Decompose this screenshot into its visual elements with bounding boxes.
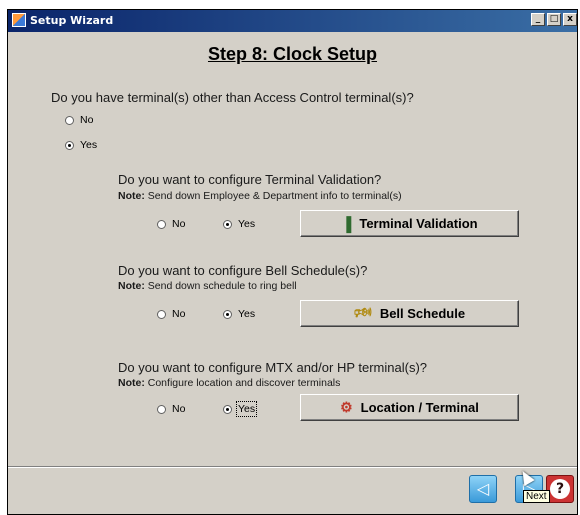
radio-label: No <box>172 403 186 415</box>
step-title: Step 8: Clock Setup <box>207 44 378 64</box>
terminal-validation-button[interactable]: ▐ Terminal Validation <box>300 210 519 237</box>
back-button[interactable]: ◁ <box>469 475 497 503</box>
bell-schedule-note: Note: Send down schedule to ring bell <box>118 280 297 292</box>
radio-label: Yes <box>235 401 258 417</box>
footer-separator <box>8 466 577 468</box>
radio-indicator <box>65 115 74 125</box>
terminal-validation-no-radio[interactable]: No <box>157 218 185 230</box>
bell-schedule-question: Do you want to configure Bell Schedule(s… <box>118 263 368 278</box>
location-terminal-button[interactable]: ⚙ Location / Terminal <box>300 394 519 421</box>
main-yes-radio[interactable]: Yes <box>65 139 97 151</box>
mtx-hp-no-radio[interactable]: No <box>157 403 185 415</box>
button-label: Location / Terminal <box>360 400 479 415</box>
window-title: Setup Wizard <box>30 14 114 27</box>
location-icon: ⚙ <box>340 399 353 415</box>
main-question: Do you have terminal(s) other than Acces… <box>51 90 414 105</box>
bell-icon: 🕬 <box>353 303 372 320</box>
radio-indicator <box>223 219 232 229</box>
radio-indicator <box>157 309 166 319</box>
setup-wizard-window: Setup Wizard _ □ x Step 8: Clock Setup D… <box>7 9 578 515</box>
radio-indicator <box>65 140 74 150</box>
help-button[interactable]: ? <box>546 475 574 503</box>
radio-indicator <box>223 309 232 319</box>
button-label: Terminal Validation <box>359 216 478 231</box>
mtx-hp-yes-radio[interactable]: Yes <box>223 401 258 417</box>
radio-indicator <box>157 404 166 414</box>
radio-label: Yes <box>238 308 256 320</box>
bell-schedule-yes-radio[interactable]: Yes <box>223 308 255 320</box>
button-label: Bell Schedule <box>379 306 466 321</box>
main-no-radio[interactable]: No <box>65 114 93 126</box>
title-bar: Setup Wizard _ □ x <box>8 10 577 32</box>
radio-label: Yes <box>80 139 98 151</box>
terminal-validation-question: Do you want to configure Terminal Valida… <box>118 172 382 187</box>
radio-label: No <box>172 308 186 320</box>
radio-label: Yes <box>238 218 256 230</box>
terminal-validation-note: Note: Send down Employee & Department in… <box>118 190 402 202</box>
bell-schedule-no-radio[interactable]: No <box>157 308 185 320</box>
radio-indicator <box>157 219 166 229</box>
radio-label: No <box>80 114 94 126</box>
maximize-button[interactable]: □ <box>547 13 561 26</box>
radio-indicator <box>223 404 232 414</box>
radio-label: No <box>172 218 186 230</box>
back-arrow-icon: ◁ <box>476 481 490 498</box>
close-button[interactable]: x <box>563 13 577 26</box>
help-icon: ? <box>550 479 570 499</box>
mtx-hp-note: Note: Configure location and discover te… <box>118 377 341 389</box>
terminal-icon: ▐ <box>341 215 352 232</box>
terminal-validation-yes-radio[interactable]: Yes <box>223 218 255 230</box>
mtx-hp-question: Do you want to configure MTX and/or HP t… <box>118 360 428 375</box>
minimize-button[interactable]: _ <box>531 13 545 26</box>
next-tooltip: Next <box>523 490 550 503</box>
app-icon <box>12 13 26 27</box>
bell-schedule-button[interactable]: 🕬 Bell Schedule <box>300 300 519 327</box>
